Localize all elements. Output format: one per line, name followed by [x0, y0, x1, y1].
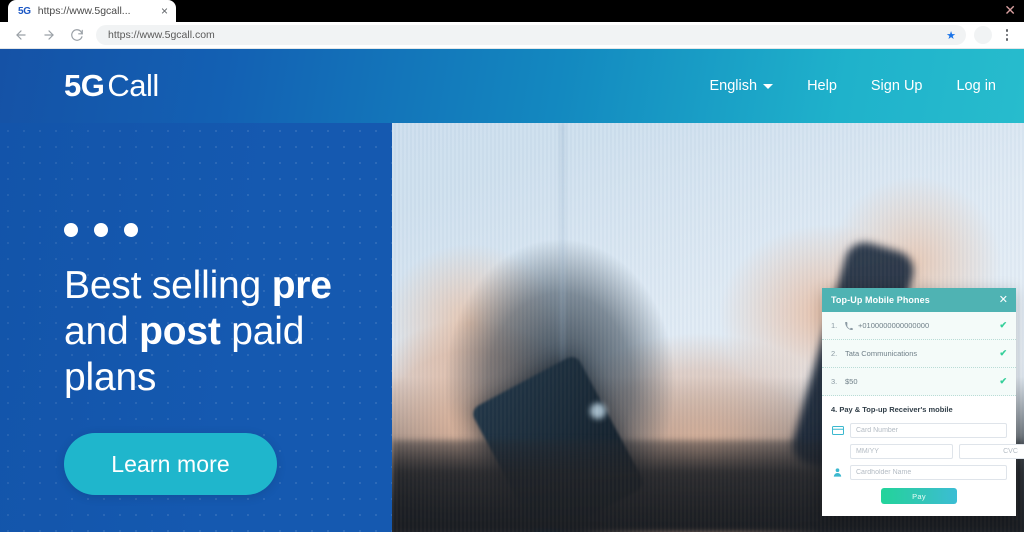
- browser-window: 5G https://www.5gcall... × ✕ https://www…: [0, 0, 1024, 533]
- topup-widget: Top-Up Mobile Phones ✕ 1. +0100000000000…: [822, 288, 1024, 516]
- cvc-input[interactable]: [959, 444, 1024, 459]
- topup-pay-section: 4. Pay & Top-up Receiver's mobile Card N…: [822, 396, 1024, 516]
- headline-part-1-bold: pre: [271, 264, 332, 307]
- hero-section: Best selling pre and post paid plans Lea…: [0, 123, 1024, 532]
- phone-icon: [845, 321, 853, 330]
- nav-item-english[interactable]: English: [710, 78, 774, 94]
- logo-call-text: Call: [107, 68, 159, 103]
- chevron-down-icon: [763, 83, 774, 89]
- expiry-input[interactable]: [850, 444, 953, 459]
- tab-title: https://www.5gcall...: [37, 5, 131, 17]
- nav-item-help[interactable]: Help: [807, 78, 837, 94]
- logo-5g-text: 5G: [64, 68, 105, 103]
- tab-close-icon[interactable]: ×: [159, 5, 170, 17]
- card-number-row: [831, 423, 1007, 438]
- step-value: Tata Communications: [845, 349, 918, 358]
- topup-step-operator[interactable]: 2. Tata Communications ✔: [822, 340, 1016, 368]
- nav-item-label: Help: [807, 78, 837, 94]
- check-icon: ✔: [999, 376, 1007, 386]
- check-icon: ✔: [999, 320, 1007, 330]
- expiry-cvc-row: [831, 444, 1024, 459]
- nav-item-log-in[interactable]: Log in: [956, 78, 996, 94]
- close-icon[interactable]: ✕: [999, 294, 1008, 306]
- topup-step-phone-number[interactable]: 1. +0100000000000000 ✔: [822, 312, 1016, 340]
- headline-part-2-bold: post: [139, 310, 221, 354]
- nav-item-sign-up[interactable]: Sign Up: [871, 78, 923, 94]
- site-header: 5GCall English Help Sign Up Log in: [0, 49, 1024, 123]
- browser-titlebar: 5G https://www.5gcall... × ✕: [0, 0, 1024, 22]
- step-value: $50: [845, 377, 858, 386]
- headline-part-3: plans: [64, 356, 157, 400]
- step-value: +0100000000000000: [858, 321, 930, 330]
- card-number-input[interactable]: [850, 423, 1007, 438]
- pay-section-title: 4. Pay & Top-up Receiver's mobile: [831, 405, 953, 414]
- hero-headline: Best selling pre and post paid plans: [64, 263, 364, 401]
- forward-arrow-icon[interactable]: [36, 22, 62, 48]
- hero-dots-decoration: [64, 223, 484, 237]
- back-arrow-icon[interactable]: [8, 22, 34, 48]
- address-bar-url: https://www.5gcall.com: [108, 29, 215, 41]
- nav-item-label: English: [709, 78, 758, 94]
- address-bar[interactable]: https://www.5gcall.com ★: [96, 25, 966, 45]
- step-number: 1.: [831, 321, 838, 330]
- bookmark-star-icon[interactable]: ★: [946, 29, 956, 42]
- topup-step-amount[interactable]: 3. $50 ✔: [822, 368, 1016, 396]
- kebab-menu-icon[interactable]: [998, 29, 1016, 41]
- browser-toolbar: https://www.5gcall.com ★: [0, 22, 1024, 49]
- topup-widget-header: Top-Up Mobile Phones ✕: [822, 288, 1016, 312]
- profile-avatar[interactable]: [974, 26, 992, 44]
- headline-part-2-tail: paid: [220, 310, 305, 354]
- pay-button[interactable]: Pay: [881, 488, 957, 504]
- cardholder-row: [831, 465, 1007, 480]
- step-number: 2.: [831, 349, 838, 358]
- credit-card-icon: [831, 426, 844, 435]
- site-logo[interactable]: 5GCall: [64, 68, 159, 104]
- window-close-icon[interactable]: ✕: [1004, 2, 1016, 18]
- check-icon: ✔: [999, 348, 1007, 358]
- nav-item-label: Sign Up: [870, 78, 923, 94]
- person-icon: [831, 467, 844, 478]
- tab-favicon-5g-icon: 5G: [18, 5, 31, 17]
- site-nav: English Help Sign Up Log in: [710, 78, 997, 94]
- cardholder-name-input[interactable]: [850, 465, 1007, 480]
- page-content: 5GCall English Help Sign Up Log in Best …: [0, 49, 1024, 532]
- headline-part-2: and: [64, 310, 140, 354]
- nav-item-label: Log in: [956, 78, 996, 94]
- step-number: 3.: [831, 377, 838, 386]
- headline-part-1: Best selling: [64, 264, 272, 307]
- hero-content: Best selling pre and post paid plans Lea…: [64, 223, 484, 496]
- topup-widget-title: Top-Up Mobile Phones: [831, 295, 930, 305]
- reload-icon[interactable]: [64, 22, 90, 48]
- browser-tab[interactable]: 5G https://www.5gcall... ×: [8, 0, 176, 22]
- learn-more-button[interactable]: Learn more: [64, 433, 277, 496]
